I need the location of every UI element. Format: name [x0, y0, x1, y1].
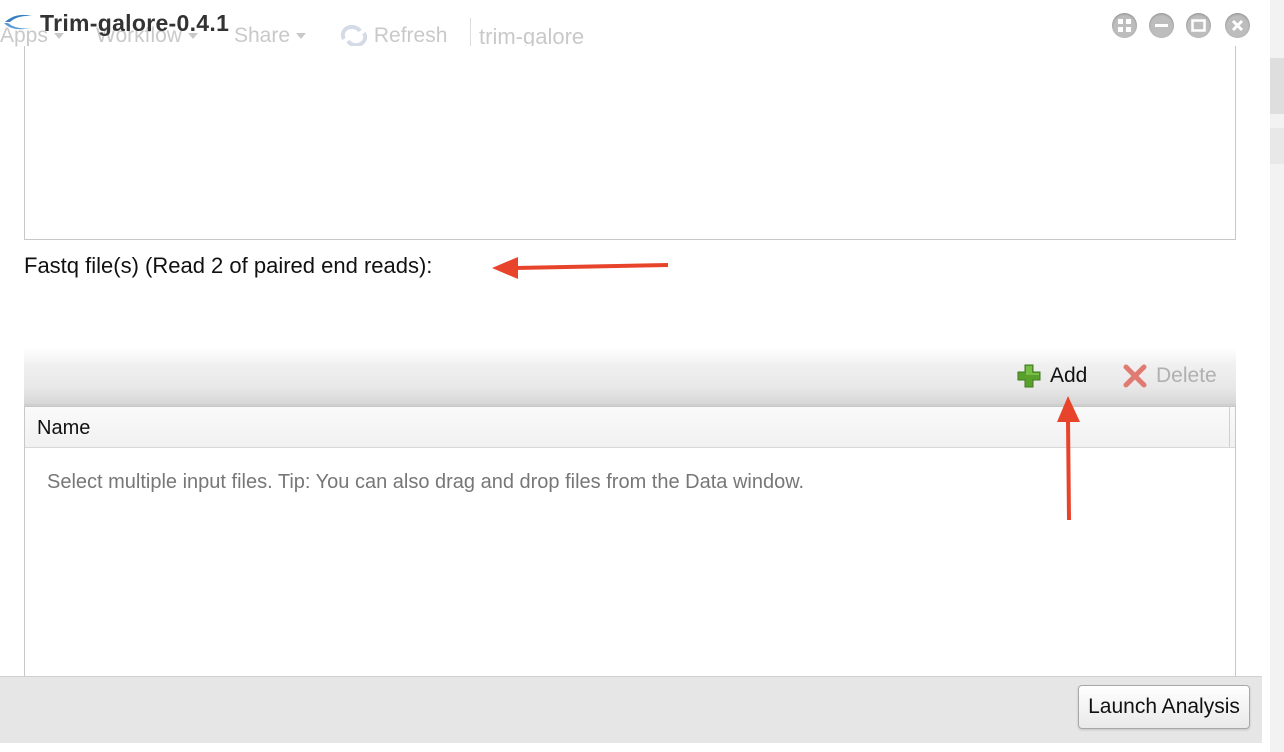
window-minimize-button[interactable] [1149, 13, 1174, 38]
window-maximize-button[interactable] [1186, 13, 1211, 38]
background-right-edge [1270, 0, 1284, 752]
file-grid-toolbar: Add Delete [24, 348, 1236, 406]
app-window: Trim-galore-0.4.1 Fastq file(s) (Read 2 … [0, 0, 1262, 752]
background-panel-block [1270, 58, 1284, 114]
add-button[interactable]: Add [1016, 362, 1087, 390]
delete-button[interactable]: Delete [1122, 362, 1217, 390]
window-footer: Launch Analysis [0, 676, 1262, 743]
previous-file-grid-panel [24, 46, 1236, 240]
fastq-read2-label: Fastq file(s) (Read 2 of paired end read… [24, 253, 433, 278]
fastq-read2-file-grid[interactable]: Name Select multiple input files. Tip: Y… [24, 406, 1236, 706]
grid-header: Name [25, 407, 1235, 448]
window-maximize-icon [1191, 19, 1206, 32]
window-titlebar[interactable]: Trim-galore-0.4.1 [0, 0, 1262, 46]
grid-empty-text: Select multiple input files. Tip: You ca… [47, 471, 805, 493]
delete-icon [1123, 364, 1147, 388]
window-grid-button[interactable] [1112, 13, 1137, 38]
window-title: Trim-galore-0.4.1 [40, 10, 230, 36]
window-minimize-icon [1155, 24, 1168, 27]
add-icon [1017, 364, 1041, 388]
window-close-button[interactable] [1225, 13, 1250, 38]
launch-analysis-button[interactable]: Launch Analysis [1078, 685, 1250, 729]
column-header-name[interactable]: Name [37, 417, 90, 440]
delete-label: Delete [1156, 364, 1217, 387]
add-label: Add [1050, 364, 1088, 387]
window-grid-icon [1118, 19, 1131, 32]
column-divider [1229, 407, 1230, 447]
background-panel-block [1270, 128, 1284, 164]
app-logo-icon [4, 14, 32, 30]
window-close-icon [1231, 19, 1244, 32]
